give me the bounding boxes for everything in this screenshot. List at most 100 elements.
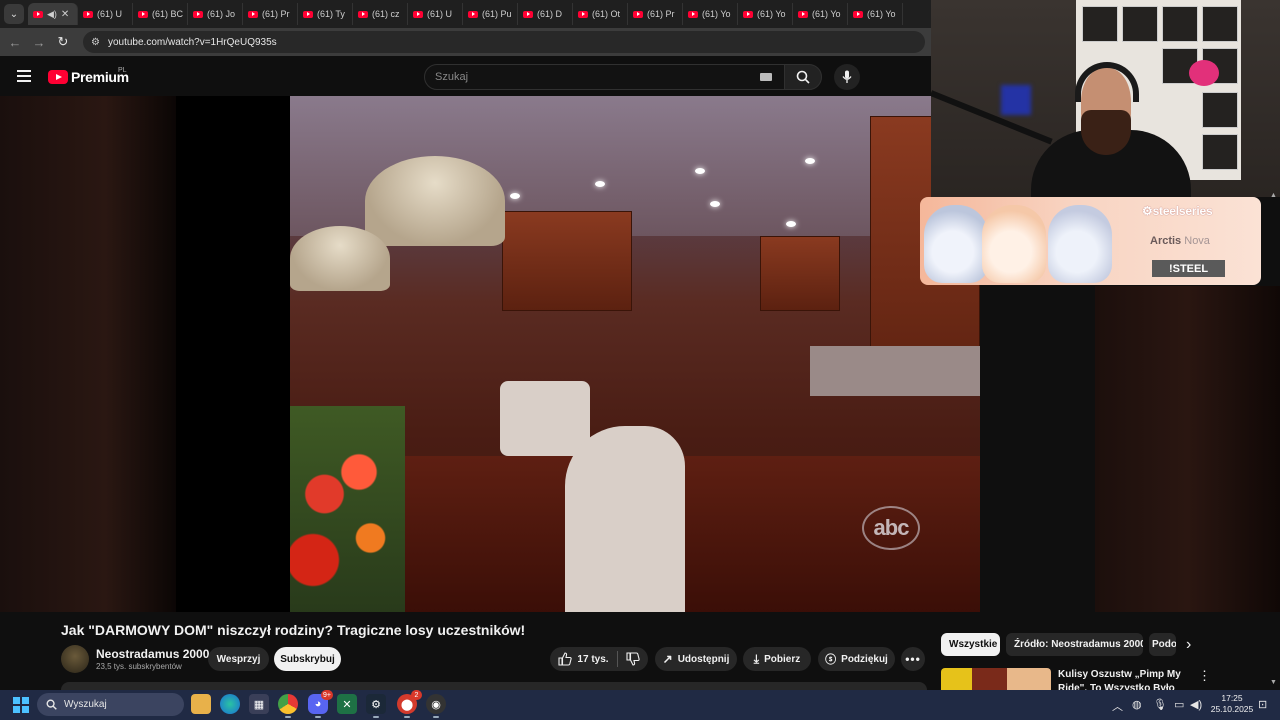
file-explorer-icon[interactable] [191,694,211,714]
like-dislike-group: 17 tys. [550,647,648,671]
video-pendant-lamp [365,156,505,246]
speaker-icon[interactable]: ◀) [47,9,57,20]
url-field[interactable]: ⚙ youtube.com/watch?v=1HrQeUQ935s [83,31,925,53]
video-light [710,201,720,207]
video-chair [500,381,590,456]
edge-icon[interactable] [220,694,240,714]
youtube-favicon-icon [523,10,533,18]
tab-label: (61) Jo [207,9,236,19]
obs-icon[interactable]: ◉ [426,694,446,718]
tray-app-icon[interactable]: ◍ [1132,698,1142,711]
browser-tab[interactable]: (61) Pu [463,3,518,25]
tab-label: (61) Pu [482,9,512,19]
chip-all[interactable]: Wszystkie [941,633,1000,656]
discord-icon[interactable]: ◕ 9+ [308,690,333,718]
notification-icon[interactable]: ⊡ [1258,698,1267,711]
dislike-button[interactable] [618,652,640,666]
thanks-button[interactable]: ⓢ Podziękuj [818,647,895,671]
video-cabinet [760,236,840,311]
browser-tab[interactable]: (61) BC [133,3,188,25]
browser-tab[interactable]: (61) cz [353,3,408,25]
tab-label: (61) cz [372,9,400,19]
browser-tab[interactable]: (61) D [518,3,573,25]
tab-search-button[interactable]: ⌄ [4,4,24,24]
share-label: Udostępnij [677,653,730,665]
more-horizontal-icon: ••• [905,652,921,666]
video-light [805,158,815,164]
app-icon[interactable]: ⬤ 2 [397,690,422,718]
browser-tab[interactable]: (61) Yo [848,3,903,25]
subscriber-count: 23,5 tys. subskrybentów [96,662,182,671]
browser-tab[interactable]: (61) Ot [573,3,628,25]
support-button[interactable]: Wesprzyj [208,647,269,671]
search-placeholder: Szukaj [435,71,469,83]
browser-tab-active[interactable]: ◀) ✕ [28,3,78,25]
youtube-favicon-icon [633,10,643,18]
channel-name[interactable]: Neostradamus 2000 [96,647,209,661]
browser-tab-strip: ⌄ ◀) ✕ (61) U (61) BC (61) Jo (61) Pr (6… [0,0,931,28]
address-bar: ← → ↻ ⚙ youtube.com/watch?v=1HrQeUQ935s [0,28,931,56]
discord-badge: 9+ [321,690,333,700]
channel-avatar[interactable] [61,645,89,673]
browser-tab[interactable]: (61) Yo [683,3,738,25]
browser-tab[interactable]: (61) U [408,3,463,25]
more-vertical-icon[interactable]: ⋮ [1198,668,1211,684]
close-tab-icon[interactable]: ✕ [61,9,69,20]
store-icon[interactable]: ▦ [249,694,269,714]
description-box[interactable] [61,682,927,690]
browser-tab[interactable]: (61) U [78,3,133,25]
url-text: youtube.com/watch?v=1HrQeUQ935s [107,36,277,48]
search-button[interactable] [784,64,822,90]
like-button[interactable]: 17 tys. [558,652,616,666]
download-button[interactable]: ⤓ Pobierz [743,647,811,671]
video-light [595,181,605,187]
chip-partial[interactable]: Podo [1149,633,1176,656]
microphone-icon[interactable]: 🎙︎ [1153,698,1167,711]
excel-icon[interactable]: ✕ [337,694,357,714]
menu-icon[interactable] [17,70,31,82]
subscribe-button[interactable]: Subskrybuj [274,647,341,671]
thumbs-up-icon [558,652,573,666]
back-icon[interactable]: ← [3,35,27,50]
browser-tab[interactable]: (61) Yo [793,3,848,25]
reload-icon[interactable]: ↻ [51,34,75,50]
browser-tab[interactable]: (61) Ty [298,3,353,25]
recommendation-thumbnail[interactable] [941,668,1051,690]
forward-icon[interactable]: → [27,35,51,50]
clock[interactable]: 17:25 25.10.2025 [1208,693,1256,715]
youtube-favicon-icon [798,10,808,18]
windows-start-icon[interactable] [13,697,29,713]
browser-tab[interactable]: (61) Pr [628,3,683,25]
more-actions-button[interactable]: ••• [901,647,925,671]
share-button[interactable]: ↗ Udostępnij [655,647,737,671]
voice-search-button[interactable] [834,64,860,90]
taskbar-search[interactable]: Wyszukaj [37,693,184,716]
video-light [510,193,520,199]
youtube-favicon-icon [193,10,203,18]
thumbs-down-icon [626,652,640,666]
youtube-favicon-icon [303,10,313,18]
volume-icon[interactable]: ◀) [1190,698,1202,711]
chip-source[interactable]: Źródło: Neostradamus 2000 [1006,633,1143,656]
tab-label: (61) Ot [592,9,621,19]
steam-icon[interactable]: ⚙ [366,694,386,718]
site-info-icon[interactable]: ⚙ [91,37,100,48]
keyboard-icon[interactable] [760,73,772,81]
search-input[interactable]: Szukaj [424,64,785,90]
youtube-logo[interactable]: Premium [48,69,129,85]
browser-tab[interactable]: (61) Yo [738,3,793,25]
chevron-right-icon[interactable]: › [1186,636,1191,654]
sponsor-product-b: Nova [1184,235,1210,247]
browser-tab[interactable]: (61) Jo [188,3,243,25]
tab-label: (61) Yo [812,9,841,19]
video-frame[interactable]: abc [290,96,980,612]
scrollbar-down-arrow[interactable]: ▼ [1270,679,1277,686]
chrome-icon[interactable] [278,694,298,718]
monitor-icon[interactable]: ▭ [1174,698,1184,711]
scrollbar-up-arrow[interactable]: ▲ [1270,192,1277,199]
chevron-up-icon[interactable]: ︿ [1112,698,1123,714]
browser-tab[interactable]: (61) Pr [243,3,298,25]
recommendation-title[interactable]: Kulisy Oszustw „Pimp My Ride". To Wszyst… [1058,668,1198,690]
download-icon: ⤓ [753,651,760,666]
youtube-play-icon [48,70,68,84]
